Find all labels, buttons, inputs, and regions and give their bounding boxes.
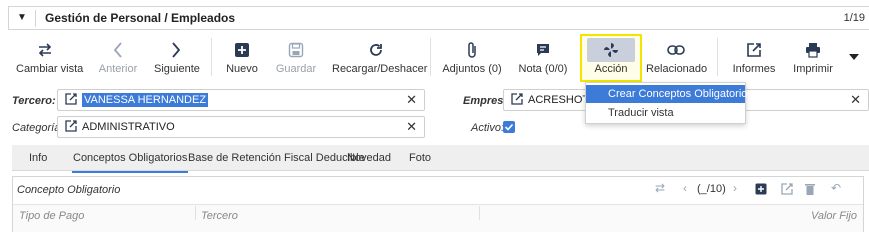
- guardar-label: Guardar: [275, 63, 317, 75]
- tercero-value: VANESSA HERNANDEZ: [82, 93, 209, 107]
- edit-link-icon[interactable]: [511, 93, 523, 108]
- swap-arrows-icon[interactable]: ⇄: [655, 181, 665, 195]
- chevron-left-icon[interactable]: ‹: [683, 181, 687, 195]
- nota-button[interactable]: Nota (0/0): [518, 34, 568, 82]
- column-header-valor-fijo: Valor Fijo: [810, 210, 857, 222]
- link-icon: [646, 38, 706, 62]
- refresh-icon: [332, 38, 420, 62]
- informes-button[interactable]: Informes: [730, 34, 778, 82]
- grid-header-row: Tipo de Pago Tercero Valor Fijo: [13, 204, 863, 232]
- window-titlebar: ▼ Gestión de Personal / Empleados 1/19: [8, 6, 869, 30]
- fan-icon: [604, 43, 618, 58]
- concepto-obligatorio-grid: Concepto Obligatorio ⇄ ‹ (_/10) › ↶ Tipo…: [12, 176, 864, 232]
- menu-item-crear-conceptos[interactable]: Crear Conceptos Obligatorios: [586, 85, 753, 103]
- chevron-left-icon: [96, 38, 140, 62]
- accion-label: Acción: [594, 63, 628, 75]
- categoria-value: ADMINISTRATIVO: [82, 121, 175, 133]
- tercero-field[interactable]: VANESSA HERNANDEZ ✕: [57, 89, 425, 111]
- recargar-deshacer-button[interactable]: Recargar/Deshacer: [332, 34, 428, 82]
- toolbar-separator: [211, 38, 212, 76]
- printer-icon: [790, 38, 836, 62]
- imprimir-label: Imprimir: [793, 63, 833, 75]
- grid-pager: (_/10): [697, 183, 726, 195]
- checkmark-icon: [504, 123, 514, 131]
- column-divider: [195, 206, 196, 220]
- more-options-caret-icon[interactable]: [849, 54, 859, 60]
- record-counter: 1/19: [843, 12, 865, 24]
- siguiente-label: Siguiente: [154, 63, 200, 75]
- detail-tabs: Info Conceptos Obligatorios Base de Rete…: [12, 145, 869, 173]
- plus-square-icon[interactable]: [755, 183, 767, 198]
- title-separator: [35, 10, 36, 27]
- nuevo-label: Nuevo: [226, 63, 258, 75]
- column-header-tercero: Tercero: [201, 210, 238, 222]
- collapse-caret-icon[interactable]: ▼: [17, 12, 27, 23]
- menu-item-traducir-vista[interactable]: Traducir vista: [586, 104, 745, 122]
- toolbar-separator: [430, 38, 431, 76]
- activo-checkbox[interactable]: [503, 121, 515, 133]
- accion-button[interactable]: Acción: [580, 34, 642, 82]
- edit-link-icon[interactable]: [65, 120, 77, 135]
- toolbar-separator: [717, 38, 718, 76]
- grid-toolbar: ⇄ ‹ (_/10) › ↶: [655, 181, 855, 199]
- tab-conceptos-obligatorios[interactable]: Conceptos Obligatorios: [71, 152, 189, 173]
- guardar-button[interactable]: Guardar: [274, 34, 318, 82]
- edit-link-icon[interactable]: [65, 93, 77, 108]
- relacionado-label: Relacionado: [646, 63, 708, 75]
- tab-info[interactable]: Info: [29, 152, 47, 164]
- grid-title: Concepto Obligatorio: [17, 184, 121, 196]
- nota-label: Nota (0/0): [518, 63, 568, 75]
- accion-icon-highlight: [587, 38, 635, 62]
- anterior-button[interactable]: Anterior: [96, 34, 140, 82]
- main-toolbar: Cambiar vista Anterior Siguiente Nuevo G…: [8, 34, 869, 84]
- swap-arrows-icon: [16, 38, 74, 62]
- categoria-field[interactable]: ADMINISTRATIVO ✕: [57, 116, 425, 138]
- accion-dropdown-menu: Crear Conceptos Obligatorios Traducir vi…: [585, 82, 753, 124]
- imprimir-button[interactable]: Imprimir: [790, 34, 836, 82]
- siguiente-button[interactable]: Siguiente: [154, 34, 200, 82]
- tab-novedad[interactable]: Novedad: [347, 152, 391, 164]
- activo-label: Activo:: [471, 122, 505, 134]
- categoria-label: Categoría:: [12, 122, 64, 134]
- report-export-icon: [730, 38, 778, 62]
- column-divider: [479, 206, 480, 220]
- tab-foto[interactable]: Foto: [409, 152, 431, 164]
- clear-icon[interactable]: ✕: [850, 92, 861, 108]
- undo-icon[interactable]: ↶: [831, 181, 841, 195]
- tercero-label: Tercero:: [12, 95, 56, 107]
- note-comment-icon: [518, 38, 568, 62]
- informes-label: Informes: [732, 63, 776, 75]
- anterior-label: Anterior: [98, 63, 138, 75]
- plus-square-icon: [224, 38, 260, 62]
- window-title: Gestión de Personal / Empleados: [45, 11, 236, 25]
- save-disk-icon: [274, 38, 318, 62]
- edit-icon[interactable]: [781, 183, 793, 198]
- chevron-right-icon: [154, 38, 198, 62]
- clear-icon[interactable]: ✕: [406, 92, 417, 108]
- trash-icon[interactable]: [805, 183, 815, 198]
- cambiar-vista-label: Cambiar vista: [16, 63, 84, 75]
- adjuntos-button[interactable]: Adjuntos (0): [442, 34, 502, 82]
- relacionado-button[interactable]: Relacionado: [646, 34, 708, 82]
- cambiar-vista-button[interactable]: Cambiar vista: [16, 34, 84, 82]
- nuevo-button[interactable]: Nuevo: [224, 34, 260, 82]
- recargar-deshacer-label: Recargar/Deshacer: [332, 63, 428, 75]
- clear-icon[interactable]: ✕: [406, 119, 417, 135]
- adjuntos-label: Adjuntos (0): [442, 63, 502, 75]
- chevron-right-icon[interactable]: ›: [733, 181, 737, 195]
- paperclip-icon: [442, 38, 502, 62]
- tab-base-retencion[interactable]: Base de Retención Fiscal Deducible: [188, 152, 365, 164]
- column-header-tipo-pago: Tipo de Pago: [19, 210, 85, 222]
